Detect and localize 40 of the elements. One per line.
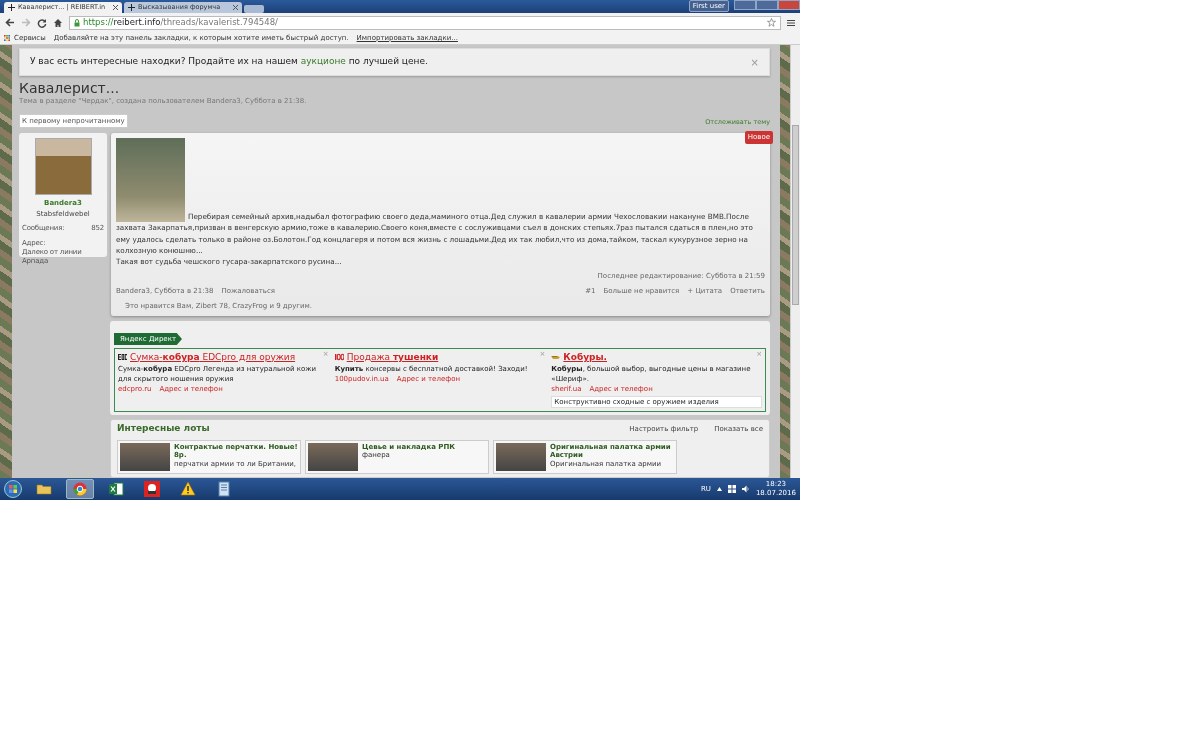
ad-logo-icon [334,353,344,362]
browser-icon [72,481,88,497]
home-icon[interactable] [53,17,63,28]
close-icon[interactable] [113,5,118,10]
speaker-icon[interactable] [741,485,750,493]
warning-icon [180,481,196,497]
photo-placeholder [120,442,170,471]
reload-icon[interactable] [37,17,47,28]
close-icon[interactable] [233,5,238,10]
ad-logo-icon [118,353,127,362]
ad-title-link[interactable]: Продажа тушенки [334,350,439,365]
favicon-icon [8,4,15,11]
lock-icon [74,18,80,27]
start-button[interactable] [4,480,22,498]
ad-title-link[interactable]: Кобуры. [551,350,608,365]
ad-title-link[interactable]: Сумка-кобура EDCpro для оружия [118,350,296,365]
photo-placeholder[interactable] [116,138,185,222]
url-text: https://reibert.info/threads/kavalerist.794548/ [83,16,278,29]
avatar-placeholder[interactable] [34,138,92,195]
chevron-up-icon[interactable] [716,487,722,491]
star-icon[interactable] [767,18,776,27]
notice-text: У вас есть интересные находки? Продайте их на нашем аукционе по лучшей цене. [30,55,428,69]
lots-title: Интересные лоты [117,422,210,436]
document-icon [216,481,232,497]
folder-icon [36,481,52,497]
auction-link[interactable]: аукционе [300,56,346,67]
spreadsheet-icon [108,481,124,497]
scrollbar[interactable] [790,45,800,478]
app-icon [144,481,160,497]
thread-title: Кавалерист... [19,80,121,96]
menu-icon[interactable] [787,18,795,27]
favicon-icon [128,4,135,11]
back-icon[interactable] [5,18,15,27]
ad-logo-icon [551,353,561,362]
photo-placeholder [308,442,358,471]
address-field[interactable]: https://reibert.info/threads/kavalerist.794548/ [69,15,781,30]
apps-grid-icon [4,35,10,41]
scrollbar-thumb[interactable] [792,125,799,305]
photo-placeholder [496,442,546,471]
flag-icon[interactable] [727,485,736,493]
